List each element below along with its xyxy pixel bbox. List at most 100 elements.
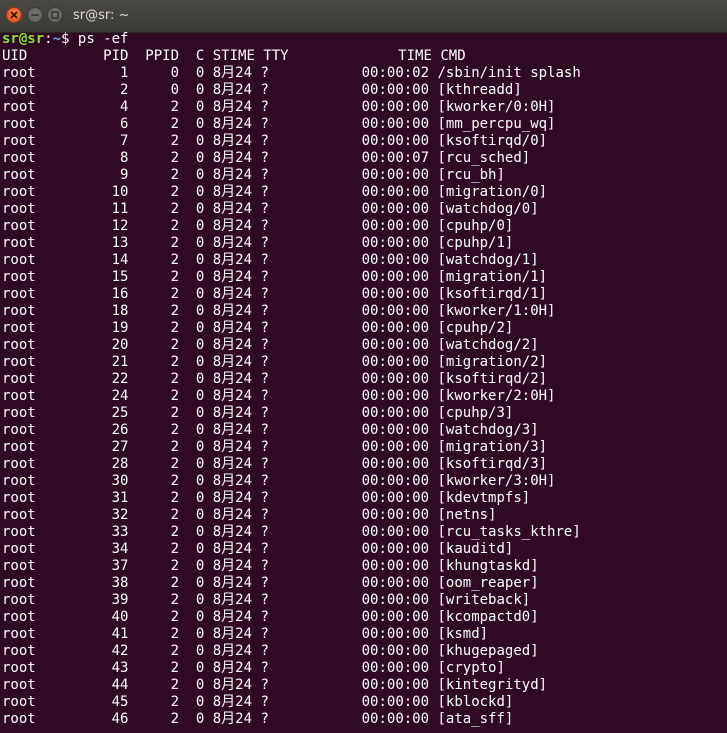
cell-cmd: [khugepaged] (429, 643, 539, 659)
cell-cmd: [migration/3] (429, 439, 548, 455)
cell-tty: ? (252, 167, 320, 183)
cell-tty: ? (252, 218, 320, 234)
cell-ppid: 2 (128, 218, 180, 234)
table-row: root 12 2 0 8月24 ? 00:00:00 [cpuhp/0] (2, 218, 727, 235)
cell-cmd: /sbin/init splash (429, 65, 581, 81)
cell-stime: 8月24 (204, 99, 253, 115)
cell-stime: 8月24 (204, 133, 253, 149)
cell-uid: root (2, 592, 78, 608)
cell-tty: ? (252, 558, 320, 574)
table-row: root 13 2 0 8月24 ? 00:00:00 [cpuhp/1] (2, 235, 727, 252)
cell-time: 00:00:00 (319, 286, 430, 302)
cell-uid: root (2, 439, 78, 455)
table-row: root 25 2 0 8月24 ? 00:00:00 [cpuhp/3] (2, 405, 727, 422)
close-icon[interactable] (6, 7, 22, 23)
cell-cmd: [watchdog/2] (429, 337, 539, 353)
terminal-window: sr@sr: ~ sr@sr:~$ ps -ef UID PID PPID C S… (0, 0, 727, 733)
prompt-symbol: $ (61, 31, 78, 47)
cell-time: 00:00:00 (319, 524, 430, 540)
cell-stime: 8月24 (204, 354, 253, 370)
table-row: root 20 2 0 8月24 ? 00:00:00 [watchdog/2] (2, 337, 727, 354)
cell-tty: ? (252, 541, 320, 557)
cell-pid: 46 (77, 711, 129, 727)
window-titlebar[interactable]: sr@sr: ~ (0, 0, 727, 33)
cell-time: 00:00:00 (319, 269, 430, 285)
cell-cmd: [migration/1] (429, 269, 548, 285)
cell-tty: ? (252, 252, 320, 268)
cell-stime: 8月24 (204, 167, 253, 183)
cell-stime: 8月24 (204, 371, 253, 387)
cell-cmd: [kintegrityd] (429, 677, 548, 693)
cell-time: 00:00:00 (319, 388, 430, 404)
cell-tty: ? (252, 456, 320, 472)
cell-ppid: 2 (128, 337, 180, 353)
terminal-output[interactable]: sr@sr:~$ ps -ef UID PID PPID C STIME TTY … (2, 31, 727, 733)
cell-cmd: [kthreadd] (429, 82, 522, 98)
cell-c: 0 (179, 201, 205, 217)
cell-c: 0 (179, 354, 205, 370)
cell-ppid: 2 (128, 575, 180, 591)
cell-pid: 43 (77, 660, 129, 676)
cell-c: 0 (179, 456, 205, 472)
minimize-icon[interactable] (27, 7, 43, 23)
cell-cmd: [watchdog/0] (429, 201, 539, 217)
cell-time: 00:00:07 (319, 150, 430, 166)
cell-c: 0 (179, 286, 205, 302)
cell-pid: 10 (77, 184, 129, 200)
cell-cmd: [watchdog/1] (429, 252, 539, 268)
cell-uid: root (2, 201, 78, 217)
cell-cmd: [writeback] (429, 592, 531, 608)
cell-ppid: 2 (128, 201, 180, 217)
cell-tty: ? (252, 422, 320, 438)
cell-time: 00:00:00 (319, 643, 430, 659)
cell-tty: ? (252, 286, 320, 302)
cell-time: 00:00:00 (319, 609, 430, 625)
cell-cmd: [cpuhp/1] (429, 235, 514, 251)
cell-stime: 8月24 (204, 65, 253, 81)
cell-c: 0 (179, 303, 205, 319)
cell-pid: 39 (77, 592, 129, 608)
cell-uid: root (2, 218, 78, 234)
header-ppid: PPID (128, 48, 180, 64)
cell-ppid: 2 (128, 99, 180, 115)
cell-tty: ? (252, 524, 320, 540)
cell-time: 00:00:00 (319, 252, 430, 268)
cell-cmd: [kworker/2:0H] (429, 388, 556, 404)
cell-pid: 44 (77, 677, 129, 693)
cell-uid: root (2, 269, 78, 285)
cell-ppid: 2 (128, 490, 180, 506)
cell-cmd: [ksoftirqd/3] (429, 456, 548, 472)
cell-pid: 25 (77, 405, 129, 421)
cell-uid: root (2, 677, 78, 693)
table-row: root 21 2 0 8月24 ? 00:00:00 [migration/2… (2, 354, 727, 371)
cell-tty: ? (252, 405, 320, 421)
cell-pid: 27 (77, 439, 129, 455)
cell-ppid: 2 (128, 473, 180, 489)
cell-stime: 8月24 (204, 473, 253, 489)
cell-tty: ? (252, 337, 320, 353)
cell-stime: 8月24 (204, 558, 253, 574)
cell-pid: 31 (77, 490, 129, 506)
cell-uid: root (2, 524, 78, 540)
table-row: root 4 2 0 8月24 ? 00:00:00 [kworker/0:0H… (2, 99, 727, 116)
table-row: root 38 2 0 8月24 ? 00:00:00 [oom_reaper] (2, 575, 727, 592)
cell-ppid: 2 (128, 694, 180, 710)
cell-uid: root (2, 303, 78, 319)
cell-c: 0 (179, 116, 205, 132)
cell-tty: ? (252, 609, 320, 625)
cell-cmd: [ata_sff] (429, 711, 514, 727)
cell-c: 0 (179, 269, 205, 285)
cell-pid: 30 (77, 473, 129, 489)
cell-tty: ? (252, 694, 320, 710)
table-row: root 10 2 0 8月24 ? 00:00:00 [migration/0… (2, 184, 727, 201)
cell-uid: root (2, 558, 78, 574)
cell-pid: 32 (77, 507, 129, 523)
table-row: root 6 2 0 8月24 ? 00:00:00 [mm_percpu_wq… (2, 116, 727, 133)
cell-cmd: [kdevtmpfs] (429, 490, 531, 506)
table-row: root 45 2 0 8月24 ? 00:00:00 [kblockd] (2, 694, 727, 711)
cell-stime: 8月24 (204, 235, 253, 251)
cell-time: 00:00:00 (319, 320, 430, 336)
maximize-icon[interactable] (47, 7, 63, 23)
cell-cmd: [kworker/1:0H] (429, 303, 556, 319)
cell-tty: ? (252, 439, 320, 455)
